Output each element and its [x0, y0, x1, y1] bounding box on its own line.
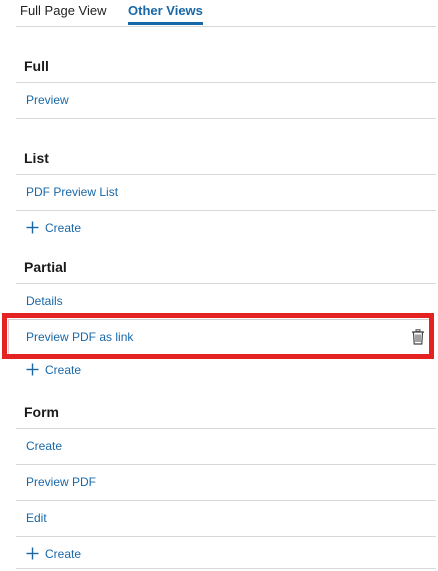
view-link-preview-pdf[interactable]: Preview PDF — [26, 474, 96, 490]
section-title-form: Form — [24, 404, 59, 420]
plus-icon — [26, 363, 39, 376]
view-link-pdf-preview-list[interactable]: PDF Preview List — [26, 184, 118, 200]
list-item[interactable]: Preview PDF — [16, 464, 436, 500]
section-title-partial: Partial — [24, 259, 67, 275]
tab-other-views[interactable]: Other Views — [128, 3, 203, 25]
list-item[interactable]: PDF Preview List — [16, 174, 436, 210]
view-link-preview[interactable]: Preview — [26, 92, 69, 108]
create-row-partial[interactable]: Create — [16, 355, 436, 391]
view-link-preview-pdf-as-link[interactable]: Preview PDF as link — [26, 329, 133, 345]
list-item[interactable]: Preview — [16, 82, 436, 119]
create-label: Create — [45, 363, 82, 377]
create-button-list[interactable]: Create — [26, 220, 81, 236]
view-link-create[interactable]: Create — [26, 438, 62, 454]
create-row-form[interactable]: Create — [16, 536, 436, 569]
view-link-edit[interactable]: Edit — [26, 510, 47, 526]
list-item[interactable]: Edit — [16, 500, 436, 536]
create-button-form[interactable]: Create — [26, 546, 81, 562]
view-link-details[interactable]: Details — [26, 293, 63, 309]
list-item[interactable]: Details — [16, 283, 436, 319]
list-item-selected[interactable]: Preview PDF as link — [8, 319, 431, 355]
create-label: Create — [45, 547, 82, 561]
plus-icon — [26, 221, 39, 234]
section-title-full: Full — [24, 58, 49, 74]
trash-icon[interactable] — [411, 329, 425, 345]
plus-icon — [26, 547, 39, 560]
create-label: Create — [45, 221, 82, 235]
create-button-partial[interactable]: Create — [26, 362, 81, 378]
tab-full-page-view[interactable]: Full Page View — [20, 3, 106, 19]
list-item[interactable]: Create — [16, 428, 436, 464]
create-row-list[interactable]: Create — [16, 210, 436, 246]
divider — [16, 118, 436, 119]
view-tabs: Full Page View Other Views — [16, 0, 436, 27]
section-title-list: List — [24, 150, 49, 166]
